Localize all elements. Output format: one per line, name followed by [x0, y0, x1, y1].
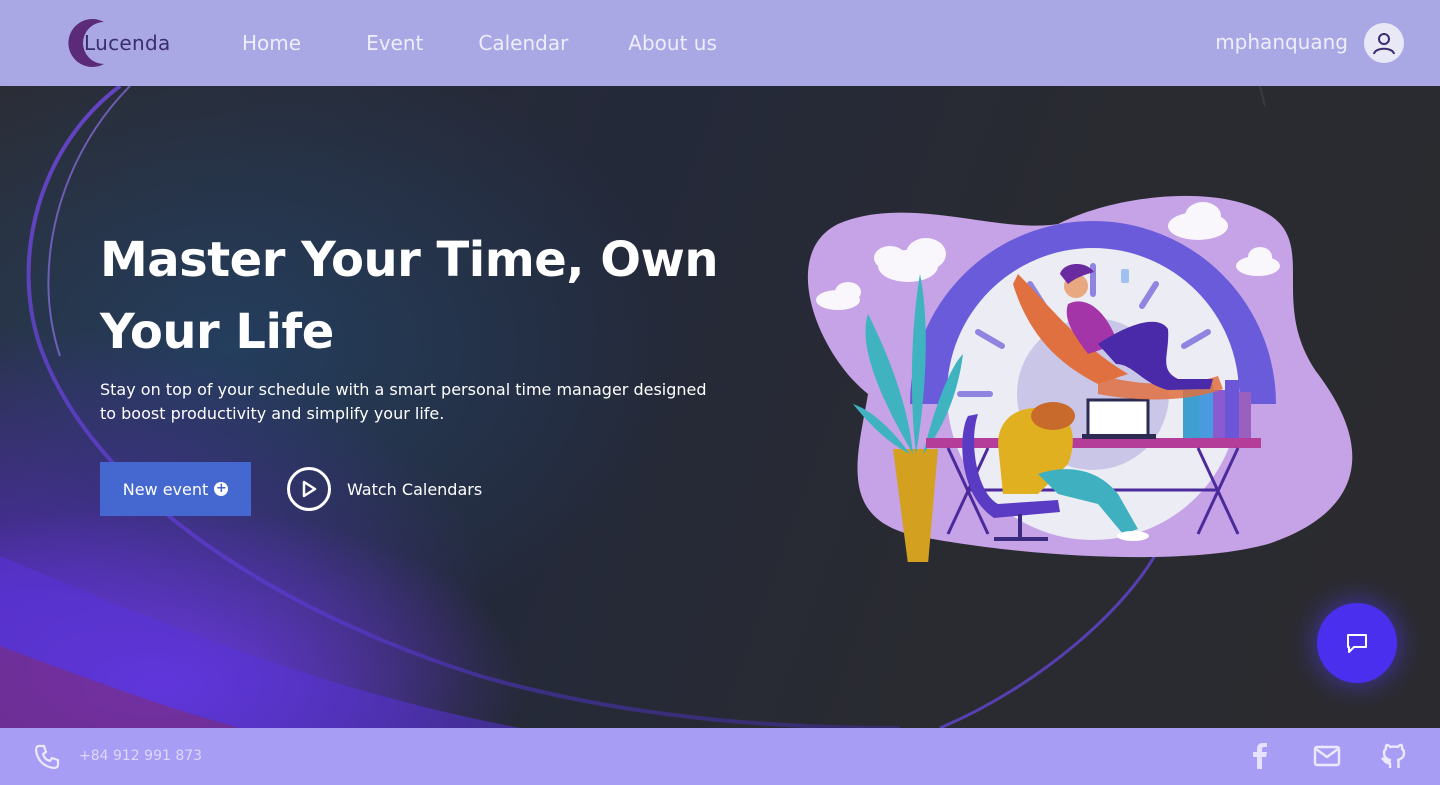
new-event-button[interactable]: New event +	[100, 462, 251, 516]
watch-calendars-label: Watch Calendars	[347, 479, 483, 499]
phone-number: +84 912 991 873	[79, 748, 203, 764]
logo[interactable]: Lucenda	[60, 18, 180, 68]
headline-line-2: Your Life	[100, 304, 334, 360]
hero-headline: Master Your Time, Own Your Life	[100, 224, 740, 368]
chat-button[interactable]	[1317, 603, 1397, 683]
top-nav-bar: Lucenda Home Event Calendar About us mph…	[0, 0, 1440, 86]
footer: +84 912 991 873	[0, 728, 1440, 785]
play-icon	[287, 467, 331, 511]
facebook-icon[interactable]	[1250, 742, 1270, 770]
user-icon	[1373, 33, 1395, 55]
chat-icon	[1347, 634, 1367, 653]
watch-calendars-button[interactable]: Watch Calendars	[287, 467, 482, 511]
nav-calendar[interactable]: Calendar	[478, 31, 568, 55]
new-event-label: New event	[122, 479, 209, 499]
headline-line-1: Master Your Time, Own	[100, 232, 719, 288]
plus-circle-icon: +	[214, 481, 229, 496]
logo-text: Lucenda	[84, 31, 171, 55]
hero-section: Master Your Time, Own Your Life Stay on …	[0, 86, 1440, 728]
nav-home[interactable]: Home	[242, 31, 301, 55]
hero-subtext: Stay on top of your schedule with a smar…	[100, 380, 707, 423]
github-icon[interactable]	[1380, 742, 1408, 770]
mail-icon[interactable]	[1313, 742, 1341, 770]
nav-event[interactable]: Event	[366, 31, 423, 55]
main-nav: Home Event Calendar About us	[242, 0, 782, 86]
nav-about-us[interactable]: About us	[628, 31, 717, 55]
phone-icon	[34, 744, 60, 770]
username[interactable]: mphanquang	[1215, 30, 1348, 54]
user-avatar[interactable]	[1364, 23, 1404, 63]
time-management-illustration	[807, 195, 1353, 562]
